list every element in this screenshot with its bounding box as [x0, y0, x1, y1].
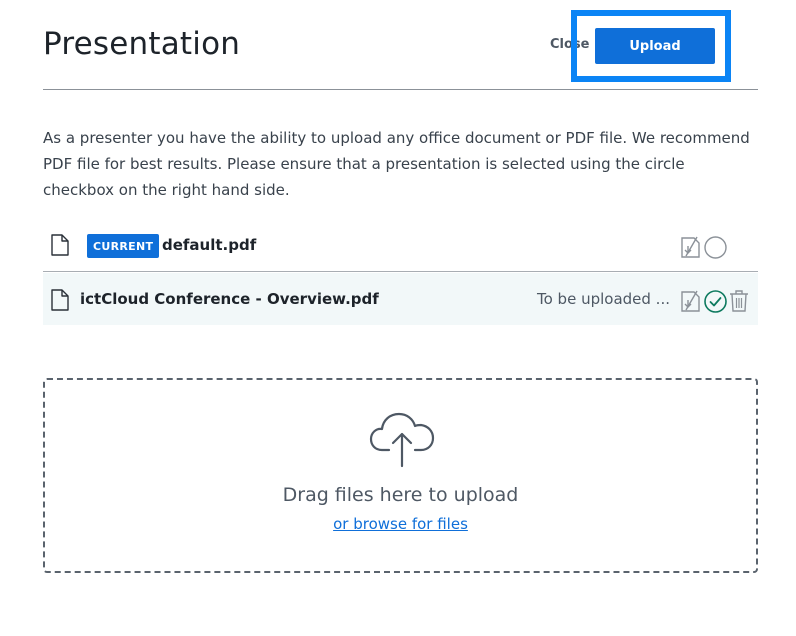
file-name: default.pdf [162, 236, 257, 254]
file-row-default: CURRENT default.pdf [43, 220, 758, 272]
trash-icon[interactable] [729, 289, 749, 313]
file-name: ictCloud Conference - Overview.pdf [80, 290, 379, 308]
file-dropzone[interactable]: Drag files here to upload or browse for … [43, 378, 758, 573]
browse-files-link[interactable]: or browse for files [45, 515, 756, 533]
file-row-pending: ictCloud Conference - Overview.pdf To be… [43, 273, 758, 325]
upload-button[interactable]: Upload [595, 28, 715, 64]
current-badge: CURRENT [87, 234, 160, 258]
download-toggle-icon[interactable] [680, 289, 702, 313]
download-toggle-icon[interactable] [680, 235, 702, 259]
upload-status: To be uploaded ... [537, 290, 670, 308]
document-icon [51, 289, 69, 311]
select-circle-icon[interactable] [704, 236, 727, 259]
cloud-upload-icon [369, 412, 435, 468]
selected-check-icon[interactable] [704, 290, 727, 313]
dropzone-text: Drag files here to upload [282, 484, 519, 506]
document-icon [51, 234, 69, 256]
page-title: Presentation [43, 26, 241, 62]
instructions-text: As a presenter you have the ability to u… [43, 129, 750, 199]
